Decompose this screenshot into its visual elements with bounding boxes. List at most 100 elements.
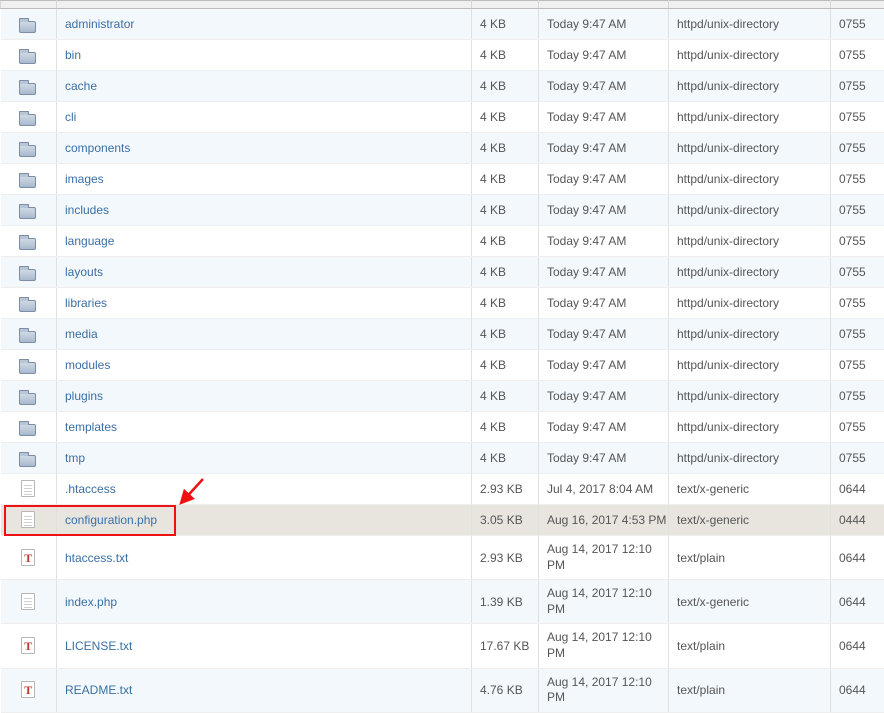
- file-name-cell[interactable]: .htaccess: [57, 474, 472, 505]
- table-row[interactable]: administrator4 KBToday 9:47 AMhttpd/unix…: [1, 9, 884, 40]
- file-name-cell[interactable]: libraries: [57, 288, 472, 319]
- file-size-cell: 4 KB: [472, 133, 539, 164]
- file-name-link[interactable]: htaccess.txt: [65, 551, 128, 565]
- file-name-cell[interactable]: configuration.php: [57, 505, 472, 536]
- file-permissions-cell: 0755: [831, 443, 884, 474]
- table-row[interactable]: bin4 KBToday 9:47 AMhttpd/unix-directory…: [1, 40, 884, 71]
- file-name-link[interactable]: templates: [65, 420, 117, 434]
- file-name-cell[interactable]: components: [57, 133, 472, 164]
- file-name-cell[interactable]: includes: [57, 195, 472, 226]
- file-size-cell: 17.67 KB: [472, 624, 539, 668]
- table-row[interactable]: modules4 KBToday 9:47 AMhttpd/unix-direc…: [1, 350, 884, 381]
- file-icon-cell: [1, 319, 57, 350]
- file-name-link[interactable]: includes: [65, 203, 109, 217]
- file-modified-cell: Today 9:47 AM: [539, 257, 669, 288]
- table-header-type[interactable]: [669, 1, 831, 9]
- file-name-link[interactable]: index.php: [65, 595, 117, 609]
- table-row[interactable]: .htaccess2.93 KBJul 4, 2017 8:04 AMtext/…: [1, 474, 884, 505]
- table-row[interactable]: templates4 KBToday 9:47 AMhttpd/unix-dir…: [1, 412, 884, 443]
- file-name-link[interactable]: media: [65, 327, 98, 341]
- file-name-cell[interactable]: htaccess.txt: [57, 536, 472, 580]
- table-row[interactable]: images4 KBToday 9:47 AMhttpd/unix-direct…: [1, 164, 884, 195]
- table-row[interactable]: tmp4 KBToday 9:47 AMhttpd/unix-directory…: [1, 443, 884, 474]
- file-name-link[interactable]: libraries: [65, 296, 107, 310]
- file-modified-cell: Today 9:47 AM: [539, 226, 669, 257]
- file-name-cell[interactable]: layouts: [57, 257, 472, 288]
- file-name-cell[interactable]: modules: [57, 350, 472, 381]
- table-row[interactable]: includes4 KBToday 9:47 AMhttpd/unix-dire…: [1, 195, 884, 226]
- table-row[interactable]: index.php1.39 KBAug 14, 2017 12:10 PMtex…: [1, 580, 884, 624]
- file-name-cell[interactable]: README.txt: [57, 668, 472, 712]
- table-row[interactable]: configuration.php3.05 KBAug 16, 2017 4:5…: [1, 505, 884, 536]
- table-header-icon[interactable]: [1, 1, 57, 9]
- text-file-icon: T: [19, 549, 37, 567]
- file-name-cell[interactable]: administrator: [57, 9, 472, 40]
- table-header-row[interactable]: [1, 1, 884, 9]
- file-name-link[interactable]: tmp: [65, 451, 85, 465]
- table-row[interactable]: plugins4 KBToday 9:47 AMhttpd/unix-direc…: [1, 381, 884, 412]
- generic-file-icon: [19, 593, 37, 611]
- file-name-cell[interactable]: LICENSE.txt: [57, 624, 472, 668]
- file-size-cell: 2.93 KB: [472, 536, 539, 580]
- file-size-cell: 2.93 KB: [472, 474, 539, 505]
- file-type-cell: text/x-generic: [669, 580, 831, 624]
- file-modified-cell: Aug 16, 2017 4:53 PM: [539, 505, 669, 536]
- table-row[interactable]: Thtaccess.txt2.93 KBAug 14, 2017 12:10 P…: [1, 536, 884, 580]
- file-name-cell[interactable]: cli: [57, 102, 472, 133]
- file-icon-cell: [1, 505, 57, 536]
- file-modified-cell: Today 9:47 AM: [539, 288, 669, 319]
- file-name-link[interactable]: bin: [65, 48, 81, 62]
- file-size-cell: 4 KB: [472, 350, 539, 381]
- file-name-link[interactable]: modules: [65, 358, 110, 372]
- table-row[interactable]: media4 KBToday 9:47 AMhttpd/unix-directo…: [1, 319, 884, 350]
- file-size-cell: 4 KB: [472, 412, 539, 443]
- table-row[interactable]: components4 KBToday 9:47 AMhttpd/unix-di…: [1, 133, 884, 164]
- file-modified-cell: Today 9:47 AM: [539, 71, 669, 102]
- file-permissions-cell: 0755: [831, 71, 884, 102]
- file-name-link[interactable]: administrator: [65, 17, 134, 31]
- file-size-cell: 4 KB: [472, 381, 539, 412]
- file-name-cell[interactable]: index.php: [57, 580, 472, 624]
- file-name-link[interactable]: .htaccess: [65, 482, 116, 496]
- file-size-cell: 4 KB: [472, 319, 539, 350]
- file-name-link[interactable]: cache: [65, 79, 97, 93]
- file-name-cell[interactable]: language: [57, 226, 472, 257]
- table-header-size[interactable]: [472, 1, 539, 9]
- file-name-cell[interactable]: templates: [57, 412, 472, 443]
- file-name-link[interactable]: language: [65, 234, 114, 248]
- file-name-link[interactable]: LICENSE.txt: [65, 639, 132, 653]
- file-name-link[interactable]: components: [65, 141, 130, 155]
- file-name-link[interactable]: layouts: [65, 265, 103, 279]
- file-name-link[interactable]: images: [65, 172, 104, 186]
- table-header-permissions[interactable]: [831, 1, 884, 9]
- folder-icon: [19, 77, 37, 95]
- file-name-cell[interactable]: media: [57, 319, 472, 350]
- file-permissions-cell: 0755: [831, 350, 884, 381]
- file-name-cell[interactable]: tmp: [57, 443, 472, 474]
- text-file-icon: T: [19, 637, 37, 655]
- file-permissions-cell: 0444: [831, 505, 884, 536]
- table-row[interactable]: TLICENSE.txt17.67 KBAug 14, 2017 12:10 P…: [1, 624, 884, 668]
- table-row[interactable]: language4 KBToday 9:47 AMhttpd/unix-dire…: [1, 226, 884, 257]
- file-type-cell: httpd/unix-directory: [669, 257, 831, 288]
- file-name-link[interactable]: plugins: [65, 389, 103, 403]
- file-name-link[interactable]: configuration.php: [65, 513, 157, 527]
- file-name-cell[interactable]: images: [57, 164, 472, 195]
- file-name-cell[interactable]: cache: [57, 71, 472, 102]
- file-modified-cell: Aug 14, 2017 12:10 PM: [539, 580, 669, 624]
- table-row[interactable]: TREADME.txt4.76 KBAug 14, 2017 12:10 PMt…: [1, 668, 884, 712]
- file-type-cell: httpd/unix-directory: [669, 443, 831, 474]
- file-name-cell[interactable]: plugins: [57, 381, 472, 412]
- file-name-link[interactable]: README.txt: [65, 683, 132, 697]
- file-modified-cell: Today 9:47 AM: [539, 350, 669, 381]
- table-row[interactable]: cache4 KBToday 9:47 AMhttpd/unix-directo…: [1, 71, 884, 102]
- table-header-name[interactable]: [57, 1, 472, 9]
- table-header-modified[interactable]: [539, 1, 669, 9]
- folder-icon: [19, 232, 37, 250]
- table-row[interactable]: cli4 KBToday 9:47 AMhttpd/unix-directory…: [1, 102, 884, 133]
- table-row[interactable]: libraries4 KBToday 9:47 AMhttpd/unix-dir…: [1, 288, 884, 319]
- file-name-link[interactable]: cli: [65, 110, 76, 124]
- file-icon-cell: [1, 580, 57, 624]
- file-name-cell[interactable]: bin: [57, 40, 472, 71]
- table-row[interactable]: layouts4 KBToday 9:47 AMhttpd/unix-direc…: [1, 257, 884, 288]
